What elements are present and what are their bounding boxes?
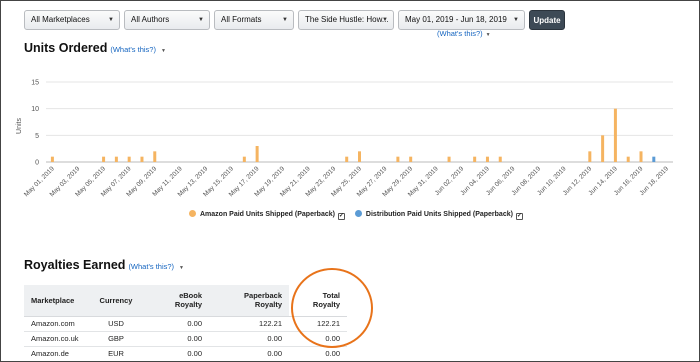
chevron-down-icon: ▼ (160, 48, 166, 54)
legend-item-amazon[interactable]: Amazon Paid Units Shipped (Paperback) ✓ (189, 210, 345, 220)
marketplace-dropdown[interactable]: All Marketplaces ▼ (24, 10, 120, 30)
legend-dot-icon (354, 210, 362, 217)
bar (153, 151, 157, 162)
bar (242, 156, 246, 162)
cell-ebook-royalty: 0.00 (144, 331, 209, 347)
units-ordered-heading: Units Ordered (What's this?) ▼ (24, 41, 166, 55)
units-whats-this-text: (What's this?) (110, 45, 156, 54)
authors-value: All Authors (131, 15, 170, 24)
column-header-paperback-royalty: Paperback Royalty (209, 285, 289, 317)
date-whats-this-text: (What's this?) (437, 29, 483, 38)
y-tick-label: 5 (35, 133, 39, 140)
y-tick-label: 0 (35, 160, 39, 167)
legend-item-distribution[interactable]: Distribution Paid Units Shipped (Paperba… (354, 210, 523, 220)
chevron-down-icon: ▼ (485, 32, 491, 38)
bar (127, 156, 131, 162)
bar (447, 156, 451, 162)
y-axis-label: Units (16, 118, 23, 134)
bar (652, 156, 656, 162)
bar (409, 156, 413, 162)
checkbox-checked-icon[interactable]: ✓ (337, 213, 345, 220)
units-ordered-chart: 051015UnitsMay 01, 2019May 03, 2019May 0… (16, 80, 673, 198)
cell-marketplace: Amazon.de (24, 346, 88, 361)
bar (345, 156, 349, 162)
header-text: Royalty (174, 300, 202, 310)
cell-currency: EUR (88, 346, 144, 361)
table-row: Amazon.de EUR 0.00 0.00 0.00 (24, 346, 347, 361)
bar (626, 156, 630, 162)
y-tick-label: 10 (31, 106, 39, 113)
bar (358, 151, 361, 162)
cell-marketplace: Amazon.co.uk (24, 331, 88, 347)
legend-dot-icon (189, 210, 196, 217)
cell-paperback-royalty: 0.00 (209, 346, 289, 361)
header-text: Paperback (244, 291, 282, 301)
formats-dropdown[interactable]: All Formats ▼ (214, 10, 294, 30)
chevron-down-icon: ▼ (513, 17, 519, 23)
chevron-down-icon: ▼ (179, 265, 184, 271)
bar (498, 156, 502, 162)
bar (473, 156, 477, 162)
royalties-earned-heading: Royalties Earned (What's this?) ▼ (24, 258, 184, 272)
report-frame: All Marketplaces ▼ All Authors ▼ All For… (0, 0, 700, 362)
bar (102, 156, 106, 162)
marketplace-value: All Marketplaces (31, 15, 90, 24)
bar (255, 146, 259, 162)
bar (50, 156, 54, 162)
cell-marketplace: Amazon.com (24, 316, 88, 332)
units-ordered-title: Units Ordered (24, 41, 108, 55)
column-header-currency: Currency (88, 285, 144, 317)
update-button[interactable]: Update (529, 10, 565, 30)
units-whats-this-link[interactable]: (What's this?) ▼ (110, 45, 166, 54)
royalties-whats-this-link[interactable]: (What's this?) ▼ (128, 262, 184, 271)
table-row: Amazon.co.uk GBP 0.00 0.00 0.00 (24, 331, 347, 347)
header-text: Marketplace (31, 295, 75, 305)
checkbox-checked-icon[interactable]: ✓ (515, 213, 523, 220)
cell-ebook-royalty: 0.00 (144, 316, 209, 332)
y-tick-label: 15 (31, 80, 39, 87)
legend-distribution-label: Distribution Paid Units Shipped (Paperba… (365, 211, 513, 218)
royalties-earned-title: Royalties Earned (24, 258, 126, 272)
bar (588, 151, 592, 162)
bar (613, 108, 617, 162)
royalties-whats-this-text: (What's this?) (128, 262, 175, 271)
header-text: Currency (99, 295, 133, 305)
cell-paperback-royalty: 122.21 (209, 316, 289, 332)
chevron-down-icon: ▼ (382, 17, 388, 23)
date-range-value: May 01, 2019 - Jun 18, 2019 (405, 15, 507, 24)
bar (114, 156, 118, 162)
chevron-down-icon: ▼ (108, 17, 114, 23)
cell-currency: GBP (88, 331, 144, 347)
highlight-circle-annotation (291, 268, 373, 348)
chevron-down-icon: ▼ (198, 17, 204, 23)
chart-legend: Amazon Paid Units Shipped (Paperback) ✓ D… (189, 210, 531, 220)
bar (639, 151, 643, 162)
cell-currency: USD (88, 316, 144, 332)
cell-paperback-royalty: 0.00 (209, 331, 289, 347)
date-whats-this-link[interactable]: (What's this?) ▼ (437, 29, 491, 38)
formats-value: All Formats (221, 15, 262, 24)
cell-ebook-royalty: 0.00 (144, 346, 209, 361)
title-value: The Side Hustle: How... (305, 15, 389, 24)
bar (485, 156, 489, 162)
legend-amazon-label: Amazon Paid Units Shipped (Paperback) (200, 211, 335, 218)
chevron-down-icon: ▼ (282, 17, 288, 23)
bar (601, 135, 605, 162)
title-dropdown[interactable]: The Side Hustle: How... ▼ (298, 10, 394, 30)
date-range-dropdown[interactable]: May 01, 2019 - Jun 18, 2019 ▼ (398, 10, 525, 30)
bar (396, 156, 400, 162)
header-text: Royalty (254, 300, 282, 310)
column-header-marketplace: Marketplace (24, 285, 88, 317)
header-text: eBook (179, 291, 202, 301)
authors-dropdown[interactable]: All Authors ▼ (124, 10, 210, 30)
column-header-ebook-royalty: eBook Royalty (144, 285, 209, 317)
cell-total-royalty: 0.00 (289, 346, 347, 361)
bar (140, 156, 144, 162)
